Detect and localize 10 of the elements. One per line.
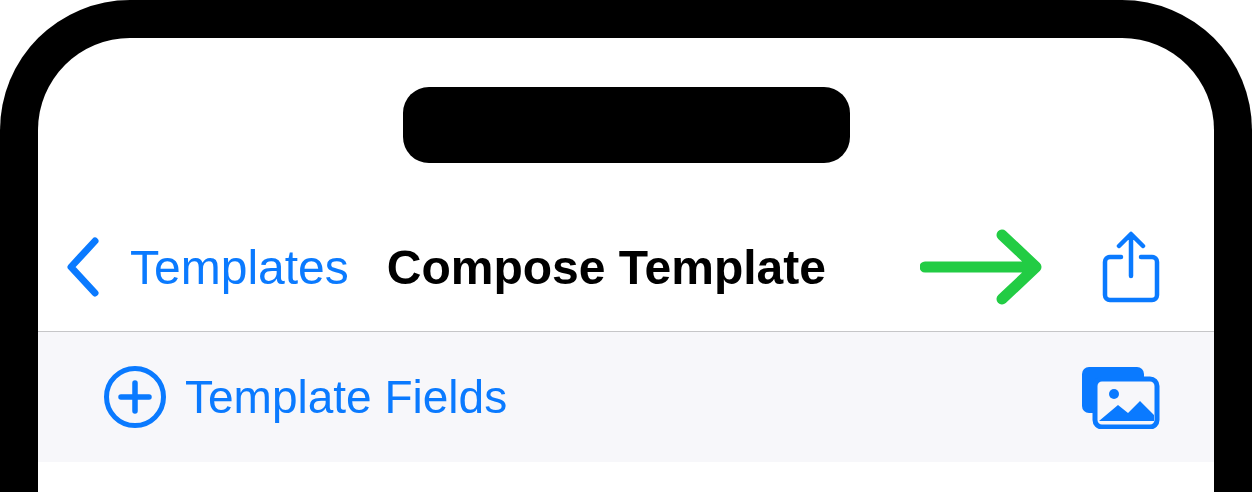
share-button[interactable] [1102,231,1160,303]
arrow-icon [920,229,1044,305]
share-icon [1102,231,1160,303]
plus-circle-icon [103,365,167,429]
add-fields-button[interactable]: Template Fields [103,365,508,429]
chevron-left-icon [65,237,100,297]
photos-button[interactable] [1080,365,1160,429]
screen-title: Compose Template [386,239,826,295]
back-button[interactable]: Templates [65,237,349,297]
photos-icon [1080,365,1160,429]
